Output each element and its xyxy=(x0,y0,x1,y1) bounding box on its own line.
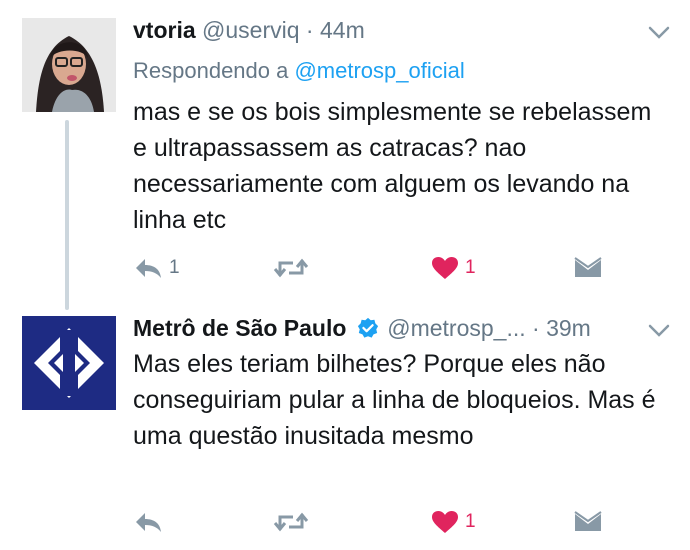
replying-to-prefix: Respondendo a xyxy=(133,58,295,83)
display-name[interactable]: vtoria xyxy=(133,17,196,43)
replying-to-link[interactable]: @metrosp_oficial xyxy=(294,58,464,83)
heart-icon xyxy=(432,257,458,279)
avatar[interactable] xyxy=(22,18,116,112)
reply-button[interactable] xyxy=(133,510,169,534)
user-handle[interactable]: @userviq xyxy=(202,17,300,43)
user-handle[interactable]: @metrosp_... xyxy=(387,315,525,341)
tweet-text: Mas eles teriam bilhetes? Porque eles nã… xyxy=(133,350,656,450)
separator: · xyxy=(305,17,314,43)
reply-icon xyxy=(136,259,161,278)
profile-photo xyxy=(22,18,116,112)
reply-icon xyxy=(136,513,161,532)
tweet-actions: 1 1 xyxy=(133,256,613,286)
heart-icon xyxy=(432,511,458,533)
retweet-icon xyxy=(273,512,309,532)
metro-logo xyxy=(22,316,116,410)
timestamp[interactable]: 39m xyxy=(546,315,591,341)
verified-badge-icon xyxy=(357,317,378,338)
tweet-header: vtoria @userviq · 44m xyxy=(133,16,365,44)
replying-to: Respondendo a @metrosp_oficial xyxy=(133,58,465,84)
dm-button[interactable] xyxy=(573,510,603,534)
like-button[interactable]: 1 xyxy=(431,510,476,534)
like-button[interactable]: 1 xyxy=(431,256,476,280)
separator: · xyxy=(532,315,540,341)
reply-count: 1 xyxy=(169,257,180,278)
dm-button[interactable] xyxy=(573,256,603,280)
envelope-icon xyxy=(574,257,602,277)
retweet-icon xyxy=(273,258,309,278)
chevron-down-icon[interactable] xyxy=(648,324,670,338)
avatar[interactable] xyxy=(22,316,116,410)
retweet-button[interactable] xyxy=(273,510,315,534)
display-name[interactable]: Metrô de São Paulo xyxy=(133,315,346,341)
timestamp[interactable]: 44m xyxy=(320,17,365,43)
thread-connector-line xyxy=(65,120,69,310)
retweet-button[interactable] xyxy=(273,256,315,280)
reply-button[interactable]: 1 xyxy=(133,256,180,280)
chevron-down-icon[interactable] xyxy=(648,26,670,40)
tweet-text: mas e se os bois simplesmente se rebelas… xyxy=(133,98,652,234)
envelope-icon xyxy=(574,511,602,531)
tweet-header: Metrô de São Paulo @metrosp_... · 39m xyxy=(133,314,591,342)
tweet-actions: 1 xyxy=(133,510,613,540)
like-count: 1 xyxy=(465,511,476,532)
like-count: 1 xyxy=(465,257,476,278)
